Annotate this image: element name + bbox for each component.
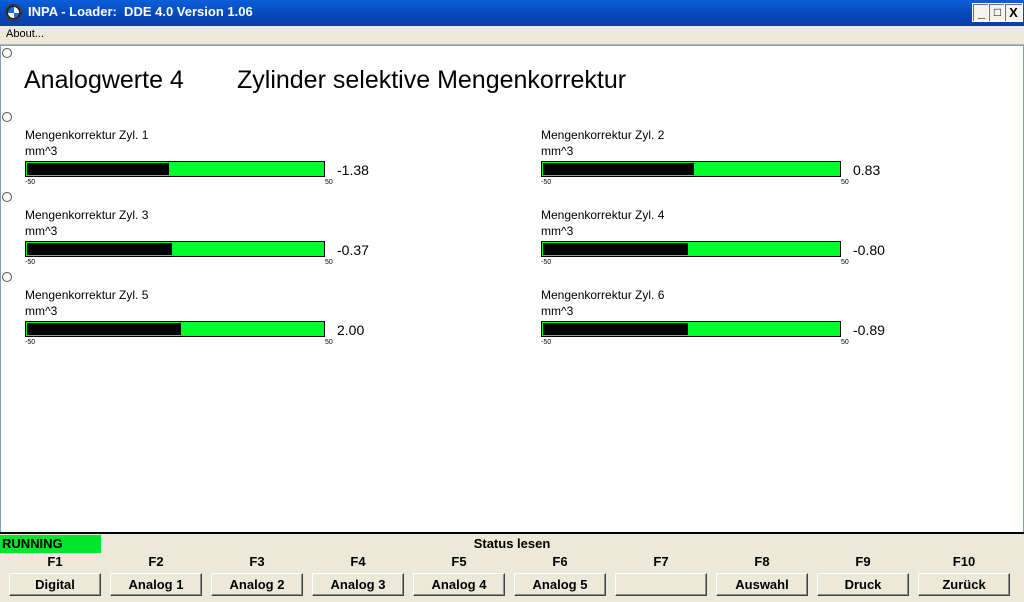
meter-value: -0.80 bbox=[853, 242, 885, 258]
fkey-label-f10: F10 bbox=[952, 554, 976, 569]
meter-max-tick: 50 bbox=[325, 179, 333, 186]
meter-bar-fill bbox=[27, 323, 181, 335]
f3-analog-2-button[interactable]: Analog 2 bbox=[211, 573, 303, 596]
meter-max-tick: 50 bbox=[325, 339, 333, 346]
meter-bar-fill bbox=[543, 163, 694, 175]
main-canvas: Analogwerte 4 Zylinder selektive Mengenk… bbox=[0, 45, 1024, 533]
page-subtitle: Zylinder selektive Mengenkorrektur bbox=[237, 66, 627, 94]
meter-min-tick: -50 bbox=[541, 339, 552, 346]
meter-label: Mengenkorrektur Zyl. 3 bbox=[25, 208, 149, 222]
meter-value: -0.89 bbox=[853, 322, 885, 338]
fkey-label-f6: F6 bbox=[552, 554, 568, 569]
fkey-label-f1: F1 bbox=[47, 554, 63, 569]
fkey-label-f9: F9 bbox=[855, 554, 871, 569]
meter-cylinder-2: Mengenkorrektur Zyl. 2 mm^3 0.83 -50 50 bbox=[541, 128, 921, 198]
radio-indicator[interactable] bbox=[2, 192, 12, 202]
meter-min-tick: -50 bbox=[25, 339, 36, 346]
close-button[interactable]: X bbox=[1004, 3, 1023, 22]
menu-bar: About... bbox=[0, 26, 1024, 45]
meter-min-tick: -50 bbox=[541, 179, 552, 186]
meter-max-tick: 50 bbox=[325, 259, 333, 266]
meter-bar-fill bbox=[27, 163, 170, 175]
f7-empty-button[interactable] bbox=[615, 573, 707, 596]
fkey-label-f8: F8 bbox=[754, 554, 770, 569]
function-key-panel: RUNNING Status lesen F1 F2 F3 F4 F5 F6 F… bbox=[0, 532, 1024, 602]
radio-indicator[interactable] bbox=[2, 272, 12, 282]
meter-min-tick: -50 bbox=[25, 179, 36, 186]
meter-unit: mm^3 bbox=[25, 224, 58, 238]
meter-value: -1.38 bbox=[337, 162, 369, 178]
meter-bar bbox=[541, 321, 841, 337]
meter-max-tick: 50 bbox=[841, 339, 849, 346]
fkey-label-f3: F3 bbox=[249, 554, 265, 569]
fkey-label-f7: F7 bbox=[653, 554, 669, 569]
page-title: Analogwerte 4 bbox=[24, 66, 184, 94]
meter-unit: mm^3 bbox=[25, 144, 58, 158]
meter-label: Mengenkorrektur Zyl. 2 bbox=[541, 128, 665, 142]
meter-label: Mengenkorrektur Zyl. 5 bbox=[25, 288, 149, 302]
meter-cylinder-3: Mengenkorrektur Zyl. 3 mm^3 -0.37 -50 50 bbox=[25, 208, 405, 278]
meter-bar bbox=[541, 161, 841, 177]
meter-cylinder-5: Mengenkorrektur Zyl. 5 mm^3 2.00 -50 50 bbox=[25, 288, 405, 358]
f5-analog-4-button[interactable]: Analog 4 bbox=[413, 573, 505, 596]
meter-min-tick: -50 bbox=[25, 259, 36, 266]
meter-cylinder-6: Mengenkorrektur Zyl. 6 mm^3 -0.89 -50 50 bbox=[541, 288, 921, 358]
meter-max-tick: 50 bbox=[841, 179, 849, 186]
meter-bar bbox=[541, 241, 841, 257]
f1-digital-button[interactable]: Digital bbox=[9, 573, 101, 596]
f8-auswahl-button[interactable]: Auswahl bbox=[716, 573, 808, 596]
meter-bar bbox=[25, 161, 325, 177]
status-label: Status lesen bbox=[473, 536, 551, 551]
meter-bar-fill bbox=[543, 323, 689, 335]
meter-value: 2.00 bbox=[337, 322, 365, 338]
f9-druck-button[interactable]: Druck bbox=[817, 573, 909, 596]
meter-min-tick: -50 bbox=[541, 259, 552, 266]
meter-max-tick: 50 bbox=[841, 259, 849, 266]
meter-cylinder-4: Mengenkorrektur Zyl. 4 mm^3 -0.80 -50 50 bbox=[541, 208, 921, 278]
meter-label: Mengenkorrektur Zyl. 4 bbox=[541, 208, 665, 222]
meter-unit: mm^3 bbox=[541, 304, 574, 318]
meter-unit: mm^3 bbox=[541, 144, 574, 158]
radio-indicator[interactable] bbox=[2, 112, 12, 122]
title-bar: INPA - Loader: DDE 4.0 Version 1.06 _ □ … bbox=[0, 0, 1024, 26]
meter-bar-fill bbox=[543, 243, 689, 255]
f10-zurueck-button[interactable]: Zurück bbox=[918, 573, 1010, 596]
f6-analog-5-button[interactable]: Analog 5 bbox=[514, 573, 606, 596]
fkey-label-f4: F4 bbox=[350, 554, 366, 569]
meter-bar bbox=[25, 241, 325, 257]
meter-value: 0.83 bbox=[853, 162, 881, 178]
meter-label: Mengenkorrektur Zyl. 1 bbox=[25, 128, 149, 142]
radio-indicator[interactable] bbox=[2, 48, 12, 58]
meter-bar-fill bbox=[27, 243, 173, 255]
fkey-label-f5: F5 bbox=[451, 554, 467, 569]
meter-unit: mm^3 bbox=[25, 304, 58, 318]
meter-label: Mengenkorrektur Zyl. 6 bbox=[541, 288, 665, 302]
meter-value: -0.37 bbox=[337, 242, 369, 258]
meter-cylinder-1: Mengenkorrektur Zyl. 1 mm^3 -1.38 -50 50 bbox=[25, 128, 405, 198]
window-title: INPA - Loader: DDE 4.0 Version 1.06 bbox=[28, 4, 253, 19]
bmw-logo-icon bbox=[5, 4, 22, 21]
fkey-label-f2: F2 bbox=[148, 554, 164, 569]
menu-item-about[interactable]: About... bbox=[6, 28, 44, 40]
f2-analog-1-button[interactable]: Analog 1 bbox=[110, 573, 202, 596]
meter-unit: mm^3 bbox=[541, 224, 574, 238]
meter-bar bbox=[25, 321, 325, 337]
f4-analog-3-button[interactable]: Analog 3 bbox=[312, 573, 404, 596]
